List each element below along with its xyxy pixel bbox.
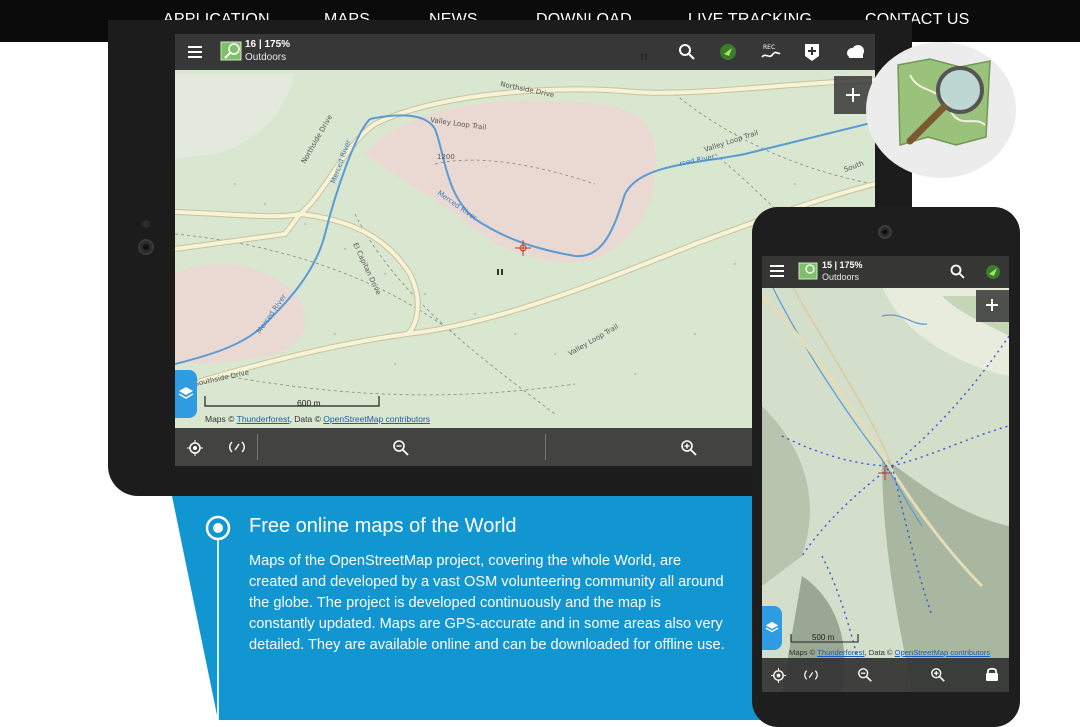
search-icon[interactable] [950, 264, 966, 280]
phone-zoom-info: 15 | 175% [822, 260, 863, 270]
bottombar-divider [257, 434, 258, 460]
credits-thunderforest-link[interactable]: Thunderforest [237, 414, 290, 424]
zoom-out-icon[interactable] [392, 439, 410, 457]
tablet-credits: Maps © Thunderforest, Data © OpenStreetM… [205, 414, 430, 424]
weather-icon[interactable] [843, 42, 867, 62]
credits-thunderforest-link[interactable]: Thunderforest [817, 648, 864, 657]
gps-icon[interactable] [718, 42, 738, 62]
gps-icon[interactable] [984, 263, 1002, 281]
phone-zoom-plus-button[interactable] [976, 290, 1009, 322]
tablet-map-style: Outdoors [245, 52, 287, 63]
map-thumbnail-icon[interactable] [220, 40, 242, 62]
phone-map-bottombar [762, 658, 1009, 692]
menu-icon[interactable] [187, 45, 203, 59]
menu-icon[interactable] [770, 265, 784, 277]
tablet-zoom-info: 16 | 175% [245, 39, 291, 50]
lock-icon[interactable] [985, 666, 999, 682]
layers-icon [178, 387, 194, 399]
my-location-icon[interactable] [187, 440, 203, 456]
plus-icon [986, 299, 998, 311]
zoom-out-icon[interactable] [857, 667, 873, 683]
feature-title: Free online maps of the World [249, 515, 517, 537]
phone-camera-icon [878, 225, 892, 239]
scale-bar [204, 396, 380, 407]
map-thumbnail-icon[interactable] [798, 261, 818, 281]
phone-layers-button[interactable] [762, 606, 782, 650]
phone-map-screen[interactable]: 15 | 175% Outdoors 500 m Maps © Thunderf… [762, 256, 1009, 692]
track-record-icon[interactable]: REC [760, 42, 782, 62]
gps-signal-icon[interactable] [803, 669, 819, 681]
tablet-scale-label: 600 m [297, 398, 321, 408]
credits-prefix: Maps © [789, 648, 816, 657]
bottombar-divider [545, 434, 546, 460]
feature-description: Maps of the OpenStreetMap project, cover… [249, 553, 725, 653]
phone-map[interactable] [762, 256, 1009, 692]
add-point-icon[interactable] [803, 42, 821, 62]
phone-map-toolbar: 15 | 175% Outdoors [762, 256, 1009, 288]
my-location-icon[interactable] [771, 668, 786, 683]
plus-icon [846, 88, 860, 102]
credits-prefix: Maps © [205, 414, 235, 424]
layers-icon [765, 621, 779, 633]
tablet-camera-icon [138, 220, 154, 255]
credits-mid: , Data © [864, 648, 893, 657]
phone-map-style: Outdoors [822, 272, 860, 282]
credits-osm-link[interactable]: OpenStreetMap contributors [323, 414, 430, 424]
zoom-in-icon[interactable] [930, 667, 946, 683]
tablet-map-toolbar: 16 | 175% Outdoors REC [175, 34, 875, 70]
credits-osm-link[interactable]: OpenStreetMap contributors [895, 648, 990, 657]
gps-signal-icon[interactable] [228, 440, 246, 454]
search-icon[interactable] [678, 43, 696, 61]
layers-button[interactable] [175, 370, 197, 418]
map-label-elevation: 1200 [437, 153, 455, 161]
osm-magnifier-logo [897, 58, 991, 146]
credits-mid: , Data © [289, 414, 321, 424]
phone-scale-label: 500 m [812, 633, 835, 642]
zoom-in-icon[interactable] [680, 439, 698, 457]
svg-text:REC: REC [763, 44, 775, 51]
phone-credits: Maps © Thunderforest, Data © OpenStreetM… [789, 648, 990, 657]
